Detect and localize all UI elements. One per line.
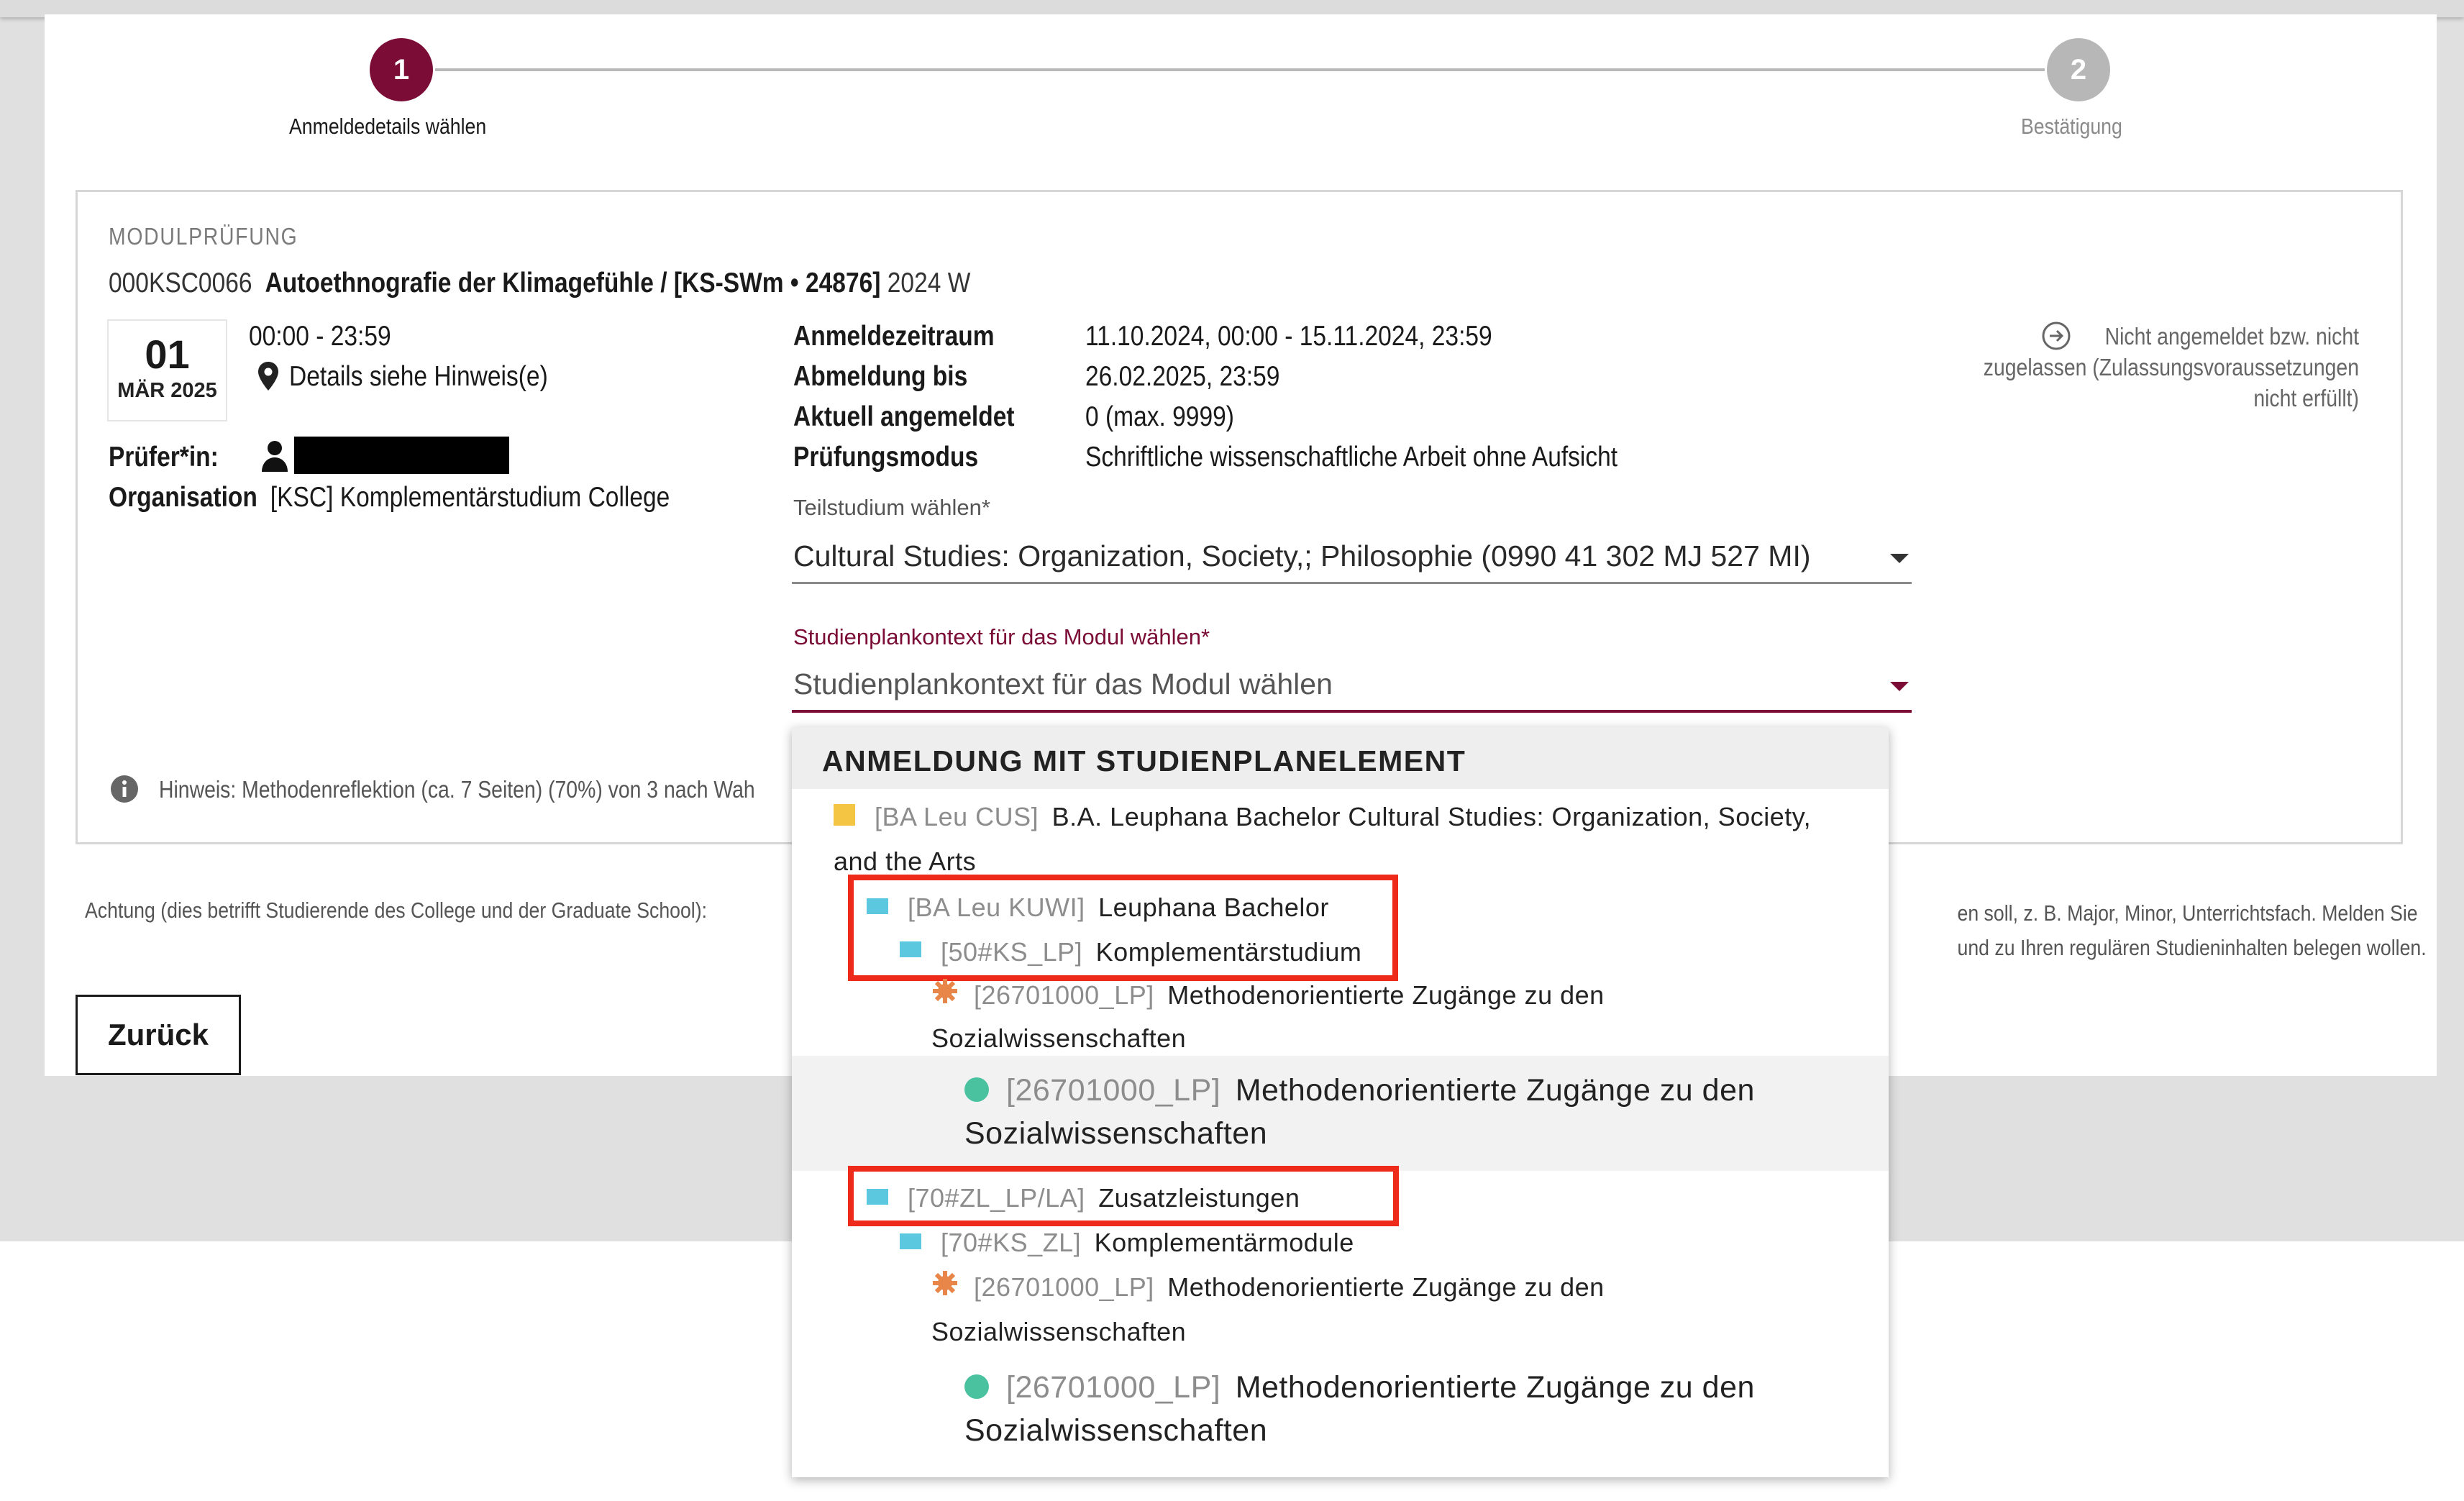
step-2-indicator: 2 [2047,38,2110,101]
kontext-dropdown: ANMELDUNG MIT STUDIENPLANELEMENT [BA Leu… [792,727,1889,1477]
module-term: 2024 W [887,268,971,298]
module-title-line: 000KSC0066 Autoethnografie der Klimagefü… [109,268,970,299]
option-name: Methodenorientierte Zugänge zu den [1167,1272,1605,1302]
step-1-label: Anmeldedetails wählen [289,114,487,139]
dropdown-option[interactable]: [70#KS_ZL] Komplementärmodule [792,1219,1889,1262]
blue-square-icon [900,1233,921,1249]
green-dot-icon [964,1077,989,1102]
date-day: 01 [145,332,190,377]
module-code: 000KSC0066 [109,268,252,298]
dropdown-option[interactable]: [26701000_LP] Methodenorientierte Zugäng… [792,1349,1889,1464]
person-icon [260,440,289,475]
option-name-cont: Sozialwissenschaften [931,1317,1187,1346]
dropdown-option[interactable]: [26701000_LP] Methodenorientierte Zugäng… [792,1262,1889,1349]
kontext-chevron-down-icon[interactable] [1890,682,1909,691]
orange-gear-icon [931,977,959,1008]
notice-right-line-2: und zu Ihren regulären Studieninhalten b… [1957,935,2427,960]
highlight-box [848,1166,1399,1226]
option-name-cont: and the Arts [834,847,977,876]
detail-value-1: 26.02.2025, 23:59 [1085,361,1280,392]
dropdown-option-hovered[interactable]: [26701000_LP] Methodenorientierte Zugäng… [792,1056,1889,1171]
dropdown-option[interactable]: [BA Leu CUS] B.A. Leuphana Bachelor Cult… [792,796,1889,887]
organisation-value: [KSC] Komplementärstudium College [270,482,670,513]
detail-label-1: Abmeldung bis [793,361,968,392]
notice-right: en soll, z. B. Major, Minor, Unterrichts… [1884,896,2427,965]
option-name-cont: Sozialwissenschaften [964,1116,1268,1151]
option-code: [26701000_LP] [1006,1370,1221,1405]
detail-value-0: 11.10.2024, 00:00 - 15.11.2024, 23:59 [1085,321,1492,352]
status-line-1: Nicht angemeldet bzw. nicht [2104,323,2359,350]
highlight-box [848,875,1398,981]
date-month-year: MÄR 2025 [117,379,217,402]
option-code: [26701000_LP] [1006,1073,1221,1108]
option-code: [26701000_LP] [974,980,1154,1010]
teilstudium-label: Teilstudium wählen* [793,495,990,520]
option-code: [BA Leu CUS] [875,802,1039,831]
option-name-cont: Sozialwissenschaften [964,1413,1268,1448]
option-name: Methodenorientierte Zugänge zu den [1235,1073,1755,1108]
back-button[interactable]: Zurück [76,995,241,1075]
status-line-3: nicht erfüllt) [2253,385,2359,411]
notice-right-line-1: en soll, z. B. Major, Minor, Unterrichts… [1957,900,2418,926]
yellow-square-icon [834,804,855,826]
examiner-label: Prüfer*in: [109,442,219,473]
stepper-line [435,68,2045,71]
hint-text: Hinweis: Methodenreflektion (ca. 7 Seite… [159,776,755,803]
organisation-label: Organisation [109,482,257,513]
orange-gear-icon [931,1269,959,1300]
dropdown-option[interactable]: [26701000_LP] Methodenorientierte Zugäng… [792,972,1889,1058]
notice-left: Achtung (dies betrifft Studierende des C… [85,898,708,923]
date-box: 01 MÄR 2025 [107,319,227,421]
module-type-label: MODULPRÜFUNG [109,223,298,250]
kontext-label: Studienplankontext für das Modul wählen* [793,624,1210,649]
module-location: Details siehe Hinweis(e) [289,361,548,392]
redacted-examiner-name [294,437,509,474]
registration-status: Nicht angemeldet bzw. nicht zugelassen (… [1906,321,2359,414]
option-code: [26701000_LP] [974,1272,1154,1302]
info-icon [110,775,139,807]
step-2-label: Bestätigung [2021,114,2122,139]
module-time: 00:00 - 23:59 [249,321,391,352]
step-1-indicator: 1 [370,38,433,101]
option-name: Methodenorientierte Zugänge zu den [1167,980,1605,1010]
green-dot-icon [964,1374,989,1399]
organisation-row: Organisation [KSC] Komplementärstudium C… [109,482,670,514]
option-code: [70#KS_ZL] [941,1228,1082,1257]
detail-value-2: 0 (max. 9999) [1085,401,1234,432]
option-name: Komplementärmodule [1094,1228,1354,1257]
detail-label-0: Anmeldezeitraum [793,321,995,352]
kontext-select[interactable]: Studienplankontext für das Modul wählen [793,667,1333,701]
module-title: Autoethnografie der Klimagefühle / [KS-S… [265,268,881,298]
teilstudium-chevron-down-icon[interactable] [1890,554,1909,563]
option-name: Methodenorientierte Zugänge zu den [1235,1370,1755,1405]
detail-label-3: Prüfungsmodus [793,442,979,473]
detail-label-2: Aktuell angemeldet [793,401,1015,432]
teilstudium-select[interactable]: Cultural Studies: Organization, Society,… [793,539,1811,573]
location-pin-icon [257,362,279,394]
dropdown-header-title: ANMELDUNG MIT STUDIENPLANELEMENT [822,744,1466,777]
detail-value-3: Schriftliche wissenschaftliche Arbeit oh… [1085,442,1618,473]
status-line-2: zugelassen (Zulassungsvoraussetzungen [1983,354,2359,380]
kontext-underline [792,710,1912,713]
option-name: B.A. Leuphana Bachelor Cultural Studies:… [1051,802,1812,831]
option-name-cont: Sozialwissenschaften [931,1023,1187,1053]
teilstudium-underline [792,582,1912,584]
